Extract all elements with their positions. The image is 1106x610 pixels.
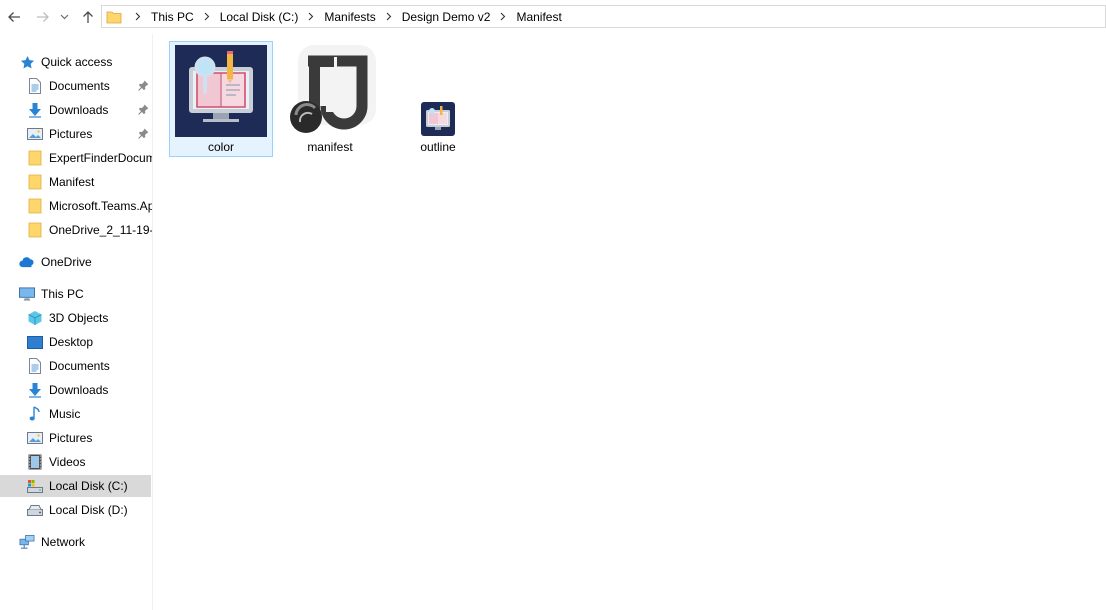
breadcrumb-separator-icon[interactable] <box>200 10 214 24</box>
navigation-bar: This PC Local Disk (C:) Manifests Design… <box>0 0 1106 34</box>
file-list: color manifest outline <box>154 34 1106 610</box>
sidebar-item-onedrive[interactable]: OneDrive <box>0 251 152 273</box>
sidebar-item-pictures-pinned[interactable]: Pictures <box>0 123 152 145</box>
computer-icon <box>19 286 35 302</box>
pictures-icon <box>27 126 43 142</box>
breadcrumb-separator-icon[interactable] <box>496 10 510 24</box>
sidebar-item-this-pc[interactable]: This PC <box>0 283 152 305</box>
sidebar-item-microsoft-teams-folder[interactable]: Microsoft.Teams.Ap <box>0 195 152 217</box>
sidebar-item-onedrive-2-folder[interactable]: OneDrive_2_11-19-2 <box>0 219 152 241</box>
breadcrumb-separator-icon[interactable] <box>304 10 318 24</box>
color-image-icon <box>175 45 267 137</box>
documents-icon <box>27 78 43 94</box>
address-bar[interactable]: This PC Local Disk (C:) Manifests Design… <box>101 5 1106 28</box>
pin-icon[interactable] <box>138 128 149 139</box>
file-name-label: manifest <box>307 140 353 154</box>
drive-icon <box>27 502 43 518</box>
sidebar-item-3d-objects[interactable]: 3D Objects <box>0 307 152 329</box>
pin-icon[interactable] <box>138 80 149 91</box>
pictures-icon <box>27 430 43 446</box>
drive-icon <box>27 478 43 494</box>
sidebar-item-pictures[interactable]: Pictures <box>0 427 152 449</box>
file-name-label: outline <box>420 140 456 154</box>
json-file-icon <box>290 45 376 133</box>
breadcrumb-manifest[interactable]: Manifest <box>513 10 564 24</box>
sidebar-item-downloads-pinned[interactable]: Downloads <box>0 99 152 121</box>
sidebar-item-documents[interactable]: Documents <box>0 355 152 377</box>
desktop-icon <box>27 334 43 350</box>
downloads-icon <box>27 102 43 118</box>
breadcrumb-separator-icon[interactable] <box>131 10 145 24</box>
arrow-right-icon <box>37 12 49 22</box>
3d-objects-icon <box>27 310 43 326</box>
music-icon <box>27 406 43 422</box>
breadcrumb-design-demo-v2[interactable]: Design Demo v2 <box>399 10 494 24</box>
sidebar-item-local-disk-d[interactable]: Local Disk (D:) <box>0 499 152 521</box>
chevron-down-icon <box>60 14 68 20</box>
folder-icon <box>106 11 122 23</box>
back-button[interactable] <box>4 7 24 27</box>
sidebar-item-downloads[interactable]: Downloads <box>0 379 152 401</box>
breadcrumb-separator-icon[interactable] <box>382 10 396 24</box>
folder-icon <box>27 150 43 166</box>
sidebar-item-quick-access[interactable]: Quick access <box>0 51 152 73</box>
downloads-icon <box>27 382 43 398</box>
file-item-color[interactable]: color <box>169 41 273 157</box>
sidebar-item-desktop[interactable]: Desktop <box>0 331 152 353</box>
star-icon <box>19 54 35 70</box>
file-name-label: color <box>207 140 234 154</box>
folder-icon <box>27 198 43 214</box>
sidebar-item-local-disk-c[interactable]: Local Disk (C:) <box>0 475 151 497</box>
documents-icon <box>27 358 43 374</box>
videos-icon <box>27 454 43 470</box>
arrow-up-icon <box>83 11 93 23</box>
arrow-left-icon <box>8 12 20 22</box>
sidebar-item-expertfinder-folder[interactable]: ExpertFinderDocum <box>0 147 152 169</box>
navigation-pane: Quick access Documents Downloads Picture… <box>0 34 153 610</box>
sidebar-item-documents-pinned[interactable]: Documents <box>0 75 152 97</box>
breadcrumb-manifests[interactable]: Manifests <box>321 10 378 24</box>
pin-icon[interactable] <box>138 104 149 115</box>
sidebar-item-videos[interactable]: Videos <box>0 451 152 473</box>
sidebar-item-manifest-folder[interactable]: Manifest <box>0 171 152 193</box>
file-item-outline[interactable]: outline <box>386 41 490 157</box>
sidebar-item-music[interactable]: Music <box>0 403 152 425</box>
recent-locations-button[interactable] <box>57 7 71 27</box>
folder-icon <box>27 174 43 190</box>
up-button[interactable] <box>78 7 98 27</box>
cloud-icon <box>19 254 35 270</box>
breadcrumb-this-pc[interactable]: This PC <box>148 10 197 24</box>
breadcrumb-local-disk-c[interactable]: Local Disk (C:) <box>217 10 302 24</box>
folder-icon <box>27 222 43 238</box>
file-item-manifest[interactable]: manifest <box>278 41 382 157</box>
sidebar-item-network[interactable]: Network <box>0 531 152 553</box>
network-icon <box>19 534 35 550</box>
forward-button[interactable] <box>33 7 53 27</box>
outline-image-icon <box>421 102 455 136</box>
